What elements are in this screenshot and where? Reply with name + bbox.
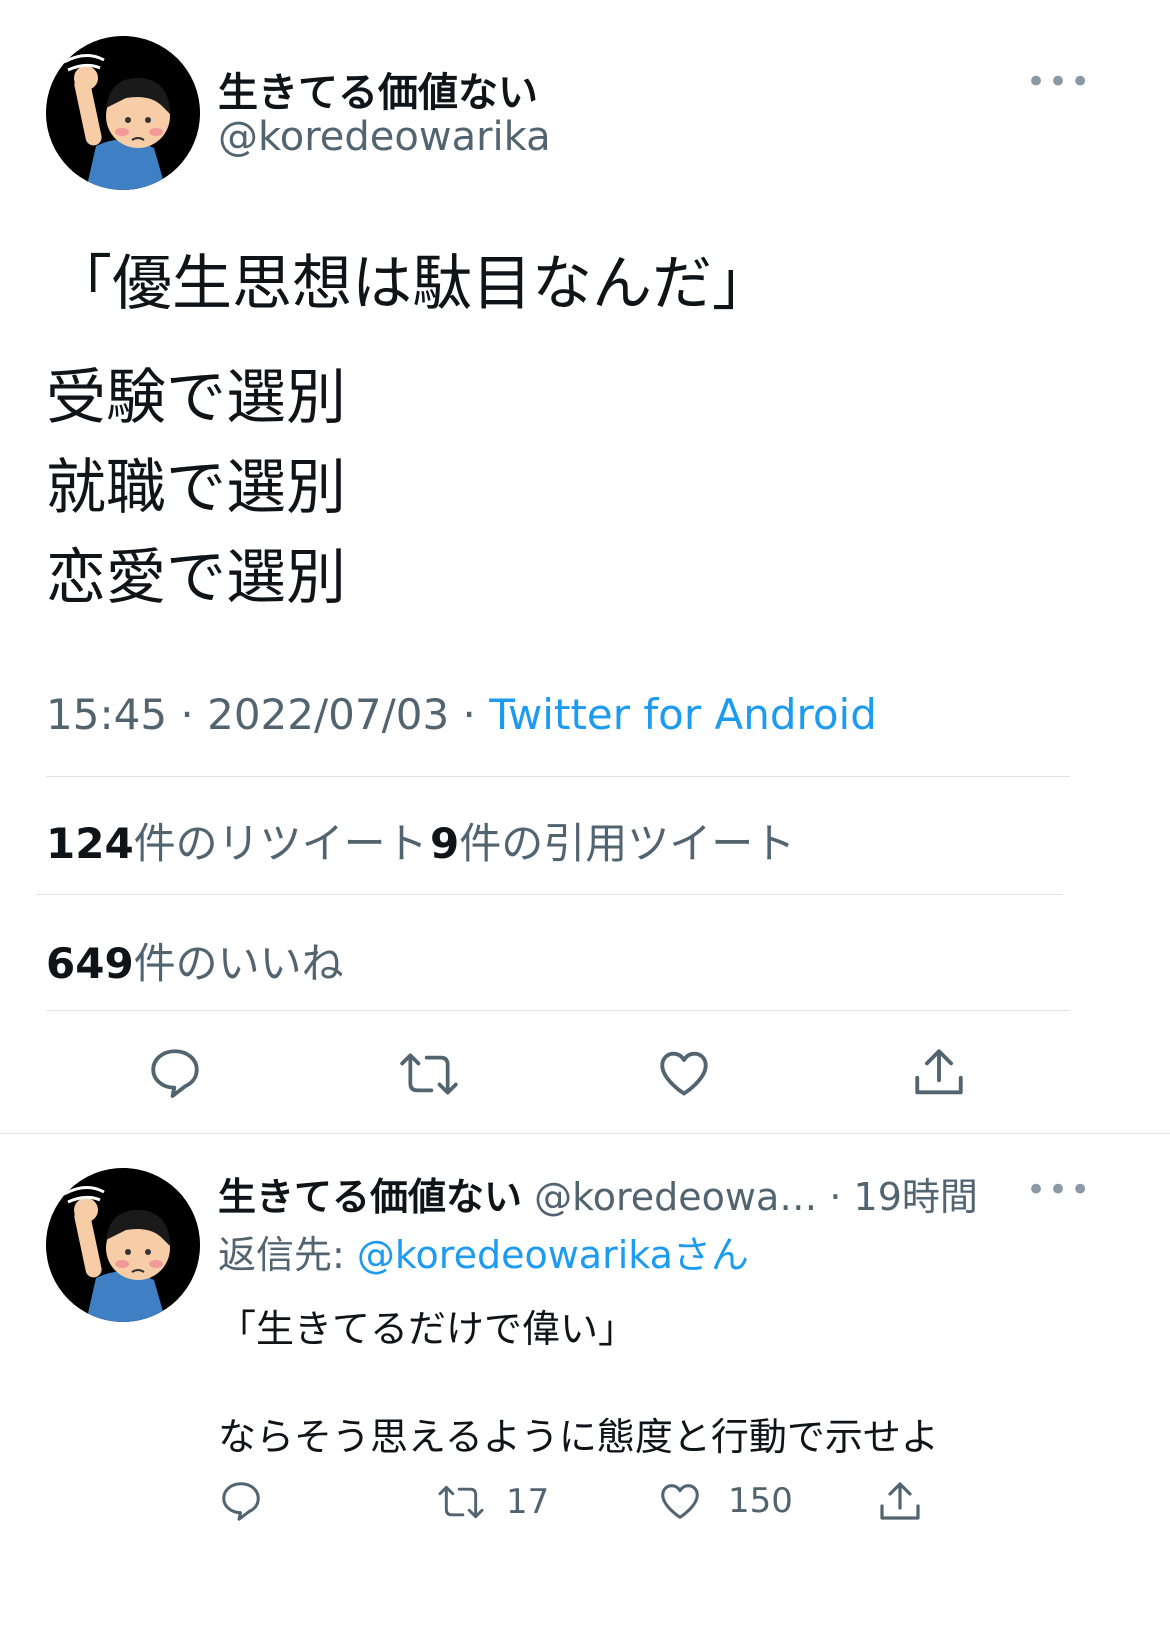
reply-avatar[interactable] xyxy=(46,1168,200,1322)
retweets-label: 件のリツイート xyxy=(133,819,428,868)
reply-to-prefix: 返信先: xyxy=(218,1233,357,1277)
reply-button[interactable] xyxy=(146,1044,204,1102)
retweet-icon xyxy=(438,1485,484,1519)
divider xyxy=(46,1010,1070,1011)
more-icon[interactable]: ••• xyxy=(1026,62,1092,102)
reply-text-line: ならそう思えるように態度と行動で示せよ xyxy=(218,1415,939,1459)
divider xyxy=(36,894,1062,895)
share-icon xyxy=(880,1482,920,1520)
quotes-stat[interactable]: 9件の引用ツイート xyxy=(430,810,795,871)
quotes-label: 件の引用ツイート xyxy=(459,819,796,868)
retweets-count: 124 xyxy=(46,819,134,868)
share-icon xyxy=(915,1049,963,1095)
tweet-time[interactable]: 15:45 xyxy=(46,690,167,739)
reply-age[interactable]: · 19時間 xyxy=(817,1175,978,1219)
reply-retweet-count: 17 xyxy=(506,1482,550,1522)
reply-text-line: 「生きてるだけで偉い」 xyxy=(218,1307,637,1351)
avatar-illustration-icon xyxy=(46,1168,200,1322)
reply-to-line: 返信先: @koredeowarikaさん xyxy=(218,1224,749,1279)
likes-stat[interactable]: 649件のいいね xyxy=(46,930,344,991)
reply-reply-button[interactable] xyxy=(218,1478,264,1524)
reply-to-handle-link[interactable]: @koredeowarika xyxy=(357,1233,673,1277)
reply-like-count: 150 xyxy=(728,1481,793,1521)
reply-author-name[interactable]: 生きてる価値ない xyxy=(218,1175,522,1219)
heart-icon xyxy=(660,1051,708,1096)
tweet-text-line: 「優生思想は駄目なんだ」 xyxy=(52,249,772,319)
tweet-text-line: 就職で選別 xyxy=(46,453,346,523)
retweet-button[interactable] xyxy=(398,1046,460,1102)
reply-like-button[interactable]: 150 xyxy=(656,1478,793,1524)
tweet-text-line: 恋愛で選別 xyxy=(46,543,346,613)
tweet-text-line: 受験で選別 xyxy=(46,363,346,433)
divider xyxy=(46,776,1070,777)
tweet-date[interactable]: 2022/07/03 xyxy=(207,690,449,739)
author-handle[interactable]: @koredeowarika xyxy=(218,114,551,160)
heart-icon xyxy=(661,1484,699,1519)
meta-separator: · xyxy=(449,690,490,739)
likes-count: 649 xyxy=(46,939,134,988)
like-button[interactable] xyxy=(654,1044,714,1102)
reply-more-icon[interactable]: ••• xyxy=(1026,1170,1092,1210)
tweet-timestamp: 15:45 · 2022/07/03 · Twitter for Android xyxy=(46,690,877,739)
reply-retweet-button[interactable]: 17 xyxy=(436,1480,549,1524)
reply-icon xyxy=(151,1049,199,1098)
reply-share-button[interactable] xyxy=(876,1478,924,1526)
share-button[interactable] xyxy=(910,1044,968,1102)
retweet-icon xyxy=(400,1053,458,1095)
reply-to-suffix: さん xyxy=(672,1233,749,1277)
retweets-stat[interactable]: 124件のリツイート xyxy=(46,810,428,871)
reply-author-handle[interactable]: @koredeowa… xyxy=(534,1175,817,1219)
likes-label: 件のいいね xyxy=(133,939,344,988)
divider xyxy=(0,1133,1170,1134)
meta-separator: · xyxy=(167,690,208,739)
author-name[interactable]: 生きてる価値ない xyxy=(218,60,538,118)
avatar-illustration-icon xyxy=(46,36,200,190)
reply-icon xyxy=(222,1482,260,1521)
reply-header: 生きてる価値ない @koredeowa… · 19時間 xyxy=(218,1166,978,1221)
quotes-count: 9 xyxy=(430,819,460,868)
tweet-source-link[interactable]: Twitter for Android xyxy=(489,690,877,739)
avatar[interactable] xyxy=(46,36,200,190)
